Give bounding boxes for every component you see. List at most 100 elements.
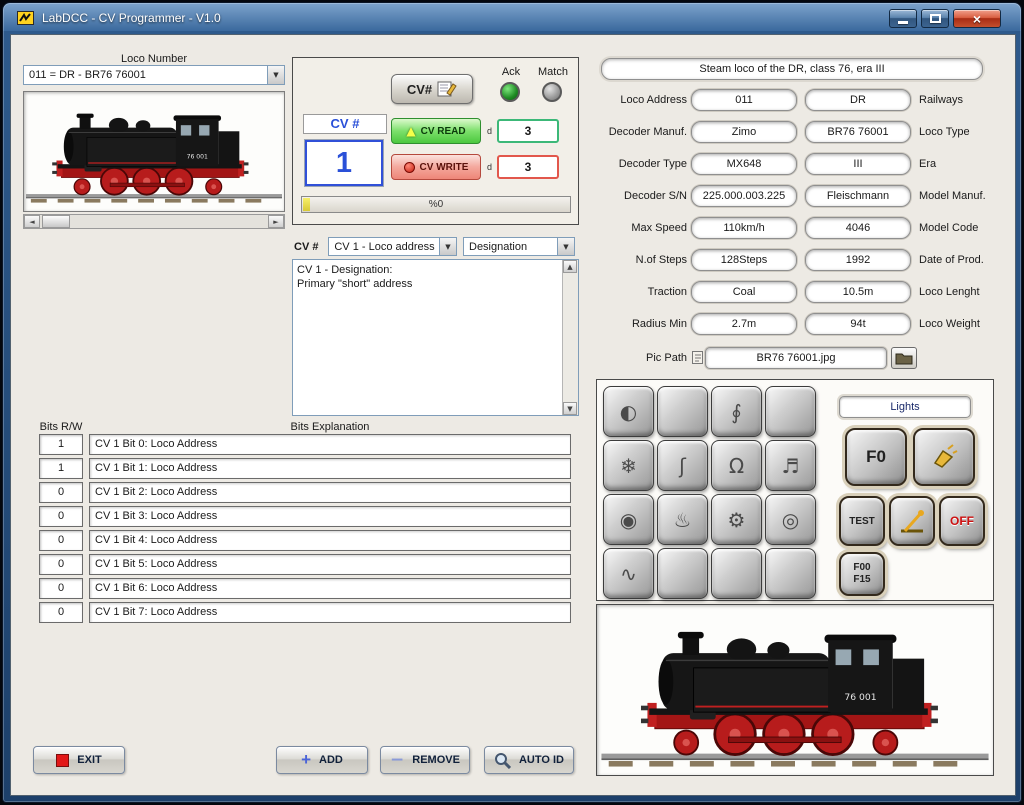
loco-number-value: 011 = DR - BR76 76001 [24, 66, 267, 84]
detail-value-field[interactable]: Coal [691, 281, 797, 303]
bit-value-field[interactable]: 0 [39, 578, 83, 599]
detail-right-label: Loco Lenght [919, 281, 1011, 303]
detail-value-field[interactable]: 110km/h [691, 217, 797, 239]
f00-f15-button[interactable]: F00 F15 [839, 552, 885, 596]
loco-number-dropdown[interactable]: 011 = DR - BR76 76001 ▼ [23, 65, 285, 85]
bit-value-field[interactable]: 0 [39, 554, 83, 575]
add-button[interactable]: + ADD [276, 746, 368, 774]
bit-value-field[interactable]: 0 [39, 602, 83, 623]
auto-id-button[interactable]: AUTO ID [484, 746, 574, 774]
exit-button[interactable]: EXIT [33, 746, 125, 774]
off-button[interactable]: OFF [939, 496, 985, 546]
bit-explanation-field: CV 1 Bit 2: Loco Address [89, 482, 571, 503]
window-controls: × [889, 9, 1001, 28]
function-grid-button-12[interactable]: ◎ [765, 494, 816, 545]
function-grid-button-4[interactable] [765, 386, 816, 437]
bit-explanation-field: CV 1 Bit 5: Loco Address [89, 554, 571, 575]
maximize-button[interactable] [921, 9, 949, 28]
pic-path-field[interactable]: BR76 76001.jpg [705, 347, 887, 369]
function-grid-button-13[interactable]: ∿ [603, 548, 654, 599]
chevron-down-icon: ▼ [273, 71, 278, 79]
detail-row: Traction Coal 10.5m Loco Lenght [11, 281, 1015, 305]
browse-folder-button[interactable] [891, 347, 917, 369]
function-grid-button-7[interactable]: Ω [711, 440, 762, 491]
function-grid-button-14[interactable] [657, 548, 708, 599]
stop-square-icon [56, 754, 69, 767]
function-group-field[interactable]: Lights [839, 396, 971, 418]
loco-description-field[interactable]: Steam loco of the DR, class 76, era III [601, 58, 983, 80]
detail-value-field[interactable]: III [805, 153, 911, 175]
minimize-icon [898, 21, 908, 24]
bit-value-field[interactable]: 0 [39, 530, 83, 551]
switch-button[interactable] [889, 496, 935, 546]
function-grid-button-16[interactable] [765, 548, 816, 599]
function-grid-button-6[interactable]: ʃ [657, 440, 708, 491]
coupler-icon: ∮ [731, 400, 741, 424]
plus-icon: + [301, 755, 311, 765]
test-label: TEST [849, 516, 875, 527]
bell-icon: Ω [729, 454, 744, 478]
remove-button[interactable]: − REMOVE [380, 746, 470, 774]
close-button[interactable]: × [953, 9, 1001, 28]
function-grid-button-1[interactable]: ◐ [603, 386, 654, 437]
generator-icon: ∿ [620, 562, 637, 586]
detail-right-label: Loco Type [919, 121, 1011, 143]
close-icon: × [973, 11, 981, 27]
detail-value-field[interactable]: 1992 [805, 249, 911, 271]
loco-number-label: Loco Number [23, 53, 285, 65]
titlebar[interactable]: LabDCC - CV Programmer - V1.0 × [3, 3, 1021, 33]
detail-value-field[interactable]: 225.000.003.225 [691, 185, 797, 207]
engine-icon: ⚙ [728, 508, 746, 532]
function-grid-button-2[interactable] [657, 386, 708, 437]
detail-value-field[interactable]: DR [805, 89, 911, 111]
detail-value-field[interactable]: 10.5m [805, 281, 911, 303]
detail-value-field[interactable]: 2.7m [691, 313, 797, 335]
detail-right-label: Loco Weight [919, 313, 1011, 335]
bit-value-field[interactable]: 1 [39, 458, 83, 479]
scroll-down-icon[interactable]: ▼ [563, 402, 577, 415]
detail-value-field[interactable]: BR76 76001 [805, 121, 911, 143]
add-label: ADD [319, 754, 343, 766]
function-grid-button-3[interactable]: ∮ [711, 386, 762, 437]
f0-label: F0 [866, 447, 886, 467]
bit-value-field[interactable]: 1 [39, 434, 83, 455]
detail-row: Decoder Type MX648 III Era [11, 153, 1015, 177]
bit-explanation-field: CV 1 Bit 6: Loco Address [89, 578, 571, 599]
detail-left-label: Max Speed [565, 217, 687, 239]
bit-value-field[interactable]: 0 [39, 482, 83, 503]
detail-value-field[interactable]: Fleischmann [805, 185, 911, 207]
function-grid-button-9[interactable]: ◉ [603, 494, 654, 545]
dropdown-arrow-button[interactable]: ▼ [267, 66, 284, 84]
function-grid-button-15[interactable] [711, 548, 762, 599]
pic-path-label: Pic Path [565, 347, 687, 369]
client-area: Loco Number 011 = DR - BR76 76001 ▼ ◄ ► … [10, 34, 1016, 796]
function-grid-button-8[interactable]: ♬ [765, 440, 816, 491]
function-grid-button-11[interactable]: ⚙ [711, 494, 762, 545]
detail-value-field[interactable]: 94t [805, 313, 911, 335]
bits-explanation-header: Bits Explanation [89, 421, 571, 433]
detail-right-label: Model Code [919, 217, 1011, 239]
detail-value-field[interactable]: MX648 [691, 153, 797, 175]
f0-button[interactable]: F0 [845, 428, 907, 486]
headlight-icon: ◐ [620, 400, 637, 424]
bit-explanation-field: CV 1 Bit 7: Loco Address [89, 602, 571, 623]
uncoupler-icon: ʃ [679, 454, 686, 478]
detail-left-label: Decoder Manuf. [565, 121, 687, 143]
f15-label: F15 [853, 574, 870, 586]
function-grid-button-10[interactable]: ♨ [657, 494, 708, 545]
whistle-icon: ♬ [782, 454, 800, 478]
detail-right-label: Date of Prod. [919, 249, 1011, 271]
test-button[interactable]: TEST [839, 496, 885, 546]
loco-illustration-large [601, 607, 989, 773]
bit-value-field[interactable]: 0 [39, 506, 83, 527]
detail-value-field[interactable]: Zimo [691, 121, 797, 143]
function-grid-button-5[interactable]: ❄ [603, 440, 654, 491]
detail-value-field[interactable]: 128Steps [691, 249, 797, 271]
detail-right-label: Model Manuf. [919, 185, 1011, 207]
detail-row: Decoder Manuf. Zimo BR76 76001 Loco Type [11, 121, 1015, 145]
folder-icon [895, 351, 913, 365]
minimize-button[interactable] [889, 9, 917, 28]
detail-value-field[interactable]: 011 [691, 89, 797, 111]
lamp-button[interactable] [913, 428, 975, 486]
detail-value-field[interactable]: 4046 [805, 217, 911, 239]
